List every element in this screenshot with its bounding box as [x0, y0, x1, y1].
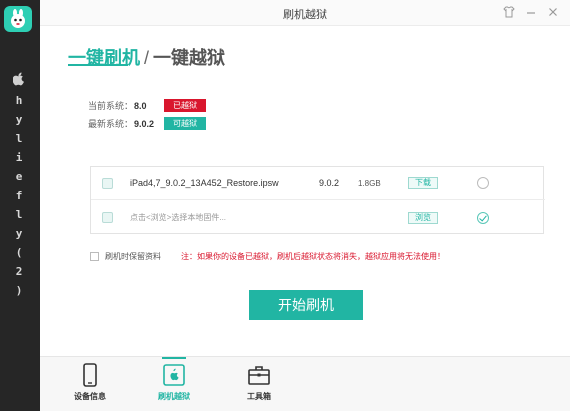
jailbroken-badge: 已越狱: [164, 99, 206, 112]
current-system-label: 当前系统：: [88, 101, 134, 111]
tool-flash-jailbreak-label: 刷机越狱: [158, 392, 190, 401]
title-bar: 刷机越狱: [40, 0, 570, 26]
device-name-char: ): [15, 284, 23, 297]
download-button[interactable]: 下载: [408, 177, 438, 189]
device-name-char: i: [15, 151, 23, 164]
start-flash-button[interactable]: 开始刷机: [249, 290, 363, 320]
device-name-char: l: [15, 208, 23, 221]
local-file-icon: [102, 212, 113, 223]
browse-button[interactable]: 浏览: [408, 211, 438, 224]
device-name-char: h: [15, 94, 23, 107]
firmware-row-local[interactable]: 点击<浏览>选择本地固件... 浏览: [91, 201, 545, 234]
bottom-toolbar: 设备信息 刷机越狱 工具箱: [40, 356, 570, 411]
device-name-vertical: h y l i e f l y ( 2 ): [10, 94, 28, 303]
tool-device-info-label: 设备信息: [74, 392, 106, 401]
main-content: 一键刷机 / 一键越狱 当前系统： 8.0 已越狱 最新系统： 9.0.2 可越狱 …: [40, 26, 570, 356]
jailbreakable-badge: 可越狱: [164, 117, 206, 130]
current-system-version: 8.0: [134, 100, 147, 111]
jailbreak-warning: 注：如果你的设备已越狱，刷机后越狱状态将消失，越狱应用将无法使用！: [181, 251, 445, 261]
latest-system-version: 9.0.2: [134, 118, 155, 129]
tab-one-click-jailbreak[interactable]: 一键越狱: [153, 48, 225, 68]
toolbox-icon: [248, 366, 270, 385]
keep-data-label[interactable]: 刷机时保留资料: [105, 251, 161, 262]
firmware-name: iPad4,7_9.0.2_13A452_Restore.ipsw: [130, 178, 279, 188]
device-name-char: 2: [15, 265, 23, 278]
local-firmware-radio[interactable]: [477, 211, 489, 224]
tab-separator: /: [144, 48, 150, 68]
app-logo-icon[interactable]: [4, 6, 32, 32]
tool-flash-jailbreak[interactable]: 刷机越狱: [148, 363, 200, 409]
active-tab-underline: [68, 64, 128, 66]
shirt-icon[interactable]: [502, 6, 516, 20]
device-name-char: (: [15, 246, 23, 259]
close-icon[interactable]: [546, 6, 560, 20]
window-title: 刷机越狱: [283, 9, 327, 21]
firmware-file-icon: [102, 177, 113, 189]
firmware-list: iPad4,7_9.0.2_13A452_Restore.ipsw 9.0.2 …: [90, 166, 545, 234]
tool-toolbox-label: 工具箱: [247, 392, 271, 401]
latest-system-row: 最新系统： 9.0.2 可越狱: [88, 117, 206, 130]
mode-tabs: 一键刷机 / 一键越狱: [68, 44, 225, 70]
device-name-char: y: [15, 113, 23, 126]
keep-data-checkbox[interactable]: [90, 251, 99, 261]
firmware-row[interactable]: iPad4,7_9.0.2_13A452_Restore.ipsw 9.0.2 …: [91, 167, 545, 200]
active-tool-indicator: [162, 357, 186, 359]
firmware-version: 9.0.2: [319, 178, 340, 188]
local-firmware-placeholder: 点击<浏览>选择本地固件...: [130, 213, 227, 222]
window-controls: [502, 6, 560, 20]
minimize-icon[interactable]: [524, 6, 538, 20]
current-system-row: 当前系统： 8.0 已越狱: [88, 99, 206, 112]
firmware-size: 1.8GB: [358, 178, 381, 188]
phone-icon: [83, 363, 97, 387]
device-name-char: e: [15, 170, 23, 183]
firmware-radio[interactable]: [477, 177, 489, 189]
keep-data-option: 刷机时保留资料 注：如果你的设备已越狱，刷机后越狱状态将消失，越狱应用将无法使用…: [90, 250, 445, 262]
tool-toolbox[interactable]: 工具箱: [233, 363, 285, 409]
apple-box-icon: [163, 364, 185, 386]
left-sidebar: h y l i e f l y ( 2 ): [0, 0, 40, 411]
latest-system-label: 最新系统：: [88, 119, 134, 129]
tool-device-info[interactable]: 设备信息: [64, 363, 116, 409]
device-name-char: f: [15, 189, 23, 202]
device-name-char: l: [15, 132, 23, 145]
apple-icon: [12, 72, 26, 86]
device-name-char: y: [15, 227, 23, 240]
